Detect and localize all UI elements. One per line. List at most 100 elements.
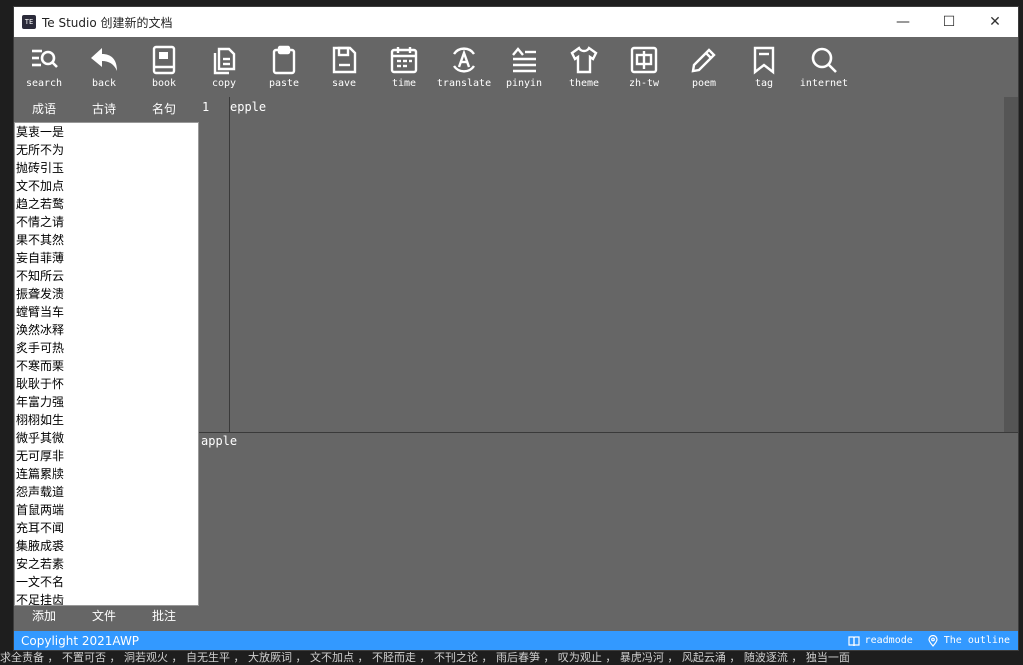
poem-button[interactable]: poem [674, 37, 734, 97]
calendar-icon [390, 47, 418, 74]
translate-icon [453, 47, 475, 73]
pinyin-icon [512, 47, 536, 73]
book-label: book [151, 78, 177, 89]
app-icon: TE [22, 15, 36, 29]
time-button[interactable]: time [374, 37, 434, 97]
readmode-button[interactable]: readmode [847, 635, 913, 647]
file-button[interactable]: 文件 [74, 606, 134, 628]
window-title: Te Studio 创建新的文档 [42, 15, 173, 30]
editor-pane[interactable]: 1 epple [199, 97, 1018, 433]
paste-button[interactable]: paste [254, 37, 314, 97]
book-button[interactable]: book [134, 37, 194, 97]
idiom-list-item[interactable]: 无所不为 [15, 141, 198, 159]
status-bar: Copylight 2021AWP readmode The outline [14, 631, 1018, 650]
sidebar-actions: 添加 文件 批注 [14, 606, 199, 628]
idiom-list-item[interactable]: 耿耿于怀 [15, 375, 198, 393]
idiom-list-item[interactable]: 安之若素 [15, 555, 198, 573]
zh-tw-button[interactable]: zh-tw [614, 37, 674, 97]
zh-tw-label: zh-tw [628, 78, 660, 89]
preview-content: apple [201, 434, 238, 448]
idiom-list-item[interactable]: 连篇累牍 [15, 465, 198, 483]
readmode-label: readmode [864, 635, 913, 646]
idiom-list-item[interactable]: 莫衷一是 [15, 123, 198, 141]
window-controls: — ☐ ✕ [880, 7, 1018, 37]
idiom-list-item[interactable]: 不足挂齿 [15, 591, 198, 605]
tab-quotes[interactable]: 名句 [134, 99, 194, 121]
tab-poems[interactable]: 古诗 [74, 99, 134, 121]
app-window: TE Te Studio 创建新的文档 — ☐ ✕ search back bo… [14, 7, 1018, 650]
toolbar: search back book copy paste save time tr… [14, 37, 1018, 97]
idiom-list-item[interactable]: 集腋成裘 [15, 537, 198, 555]
idiom-list-item[interactable]: 趋之若鹜 [15, 195, 198, 213]
tab-idioms[interactable]: 成语 [14, 99, 74, 121]
title-bar: TE Te Studio 创建新的文档 — ☐ ✕ [14, 7, 1018, 37]
idiom-list-item[interactable]: 首鼠两端 [15, 501, 198, 519]
idiom-list-item[interactable]: 充耳不闻 [15, 519, 198, 537]
time-label: time [391, 78, 417, 89]
theme-button[interactable]: theme [554, 37, 614, 97]
save-label: save [331, 78, 357, 89]
internet-button[interactable]: internet [794, 37, 854, 97]
pencil-icon [691, 48, 716, 73]
idiom-list-item[interactable]: 果不其然 [15, 231, 198, 249]
line-gutter: 1 [199, 97, 230, 433]
paste-label: paste [268, 78, 300, 89]
save-icon [332, 46, 357, 74]
pinyin-label: pinyin [505, 78, 543, 89]
tag-label: tag [754, 78, 774, 89]
idiom-list-item[interactable]: 振聋发溃 [15, 285, 198, 303]
internet-label: internet [799, 78, 849, 89]
theme-label: theme [568, 78, 600, 89]
idiom-list-item[interactable]: 抛砖引玉 [15, 159, 198, 177]
idiom-list-item[interactable]: 炙手可热 [15, 339, 198, 357]
idiom-list-item[interactable]: 微乎其微 [15, 429, 198, 447]
back-button[interactable]: back [74, 37, 134, 97]
background-editor-right [1018, 0, 1023, 665]
translate-label: translate [436, 78, 492, 89]
editor-content[interactable]: epple [230, 100, 266, 114]
add-button[interactable]: 添加 [14, 606, 74, 628]
idiom-list-item[interactable]: 年富力强 [15, 393, 198, 411]
copy-icon [213, 47, 236, 75]
pinyin-button[interactable]: pinyin [494, 37, 554, 97]
copy-button[interactable]: copy [194, 37, 254, 97]
bookmark-icon [753, 46, 775, 75]
background-text: 求全责备 ， 不置可否 ， 洞若观火 ， 自无生平 ， 大放厥词 ， 文不加点 … [0, 650, 1023, 665]
outline-button[interactable]: The outline [927, 634, 1010, 647]
copy-label: copy [211, 78, 237, 89]
search-button[interactable]: search [14, 37, 74, 97]
internet-search-icon [811, 47, 837, 73]
maximize-button[interactable]: ☐ [926, 7, 972, 37]
editor-scrollbar[interactable] [1004, 97, 1018, 433]
idiom-list-item[interactable]: 怨声载道 [15, 483, 198, 501]
status-actions: readmode The outline [834, 631, 1010, 650]
translate-button[interactable]: translate [434, 37, 494, 97]
open-book-icon [847, 635, 860, 646]
idiom-list-item[interactable]: 栩栩如生 [15, 411, 198, 429]
book-icon [152, 45, 176, 75]
idiom-list-item[interactable]: 无可厚非 [15, 447, 198, 465]
search-icon [32, 49, 58, 68]
outline-label: The outline [943, 635, 1010, 646]
back-icon [91, 48, 117, 71]
idiom-list-item[interactable]: 文不加点 [15, 177, 198, 195]
idiom-list-item[interactable]: 妄自菲薄 [15, 249, 198, 267]
close-button[interactable]: ✕ [972, 7, 1018, 37]
minimize-button[interactable]: — [880, 7, 926, 37]
search-label: search [25, 78, 63, 89]
background-editor-left [0, 0, 14, 665]
line-number: 1 [202, 100, 210, 114]
idiom-list-item[interactable]: 涣然冰释 [15, 321, 198, 339]
idiom-list-item[interactable]: 不知所云 [15, 267, 198, 285]
clipboard-icon [272, 45, 296, 75]
idiom-list[interactable]: 莫衷一是 无所不为 抛砖引玉 文不加点 趋之若鹜 不情之请 果不其然 妄自菲薄 不知所云 振聋发溃… [14, 122, 199, 606]
annotate-button[interactable]: 批注 [134, 606, 194, 628]
poem-label: poem [691, 78, 717, 89]
location-pin-icon [928, 634, 938, 647]
idiom-list-item[interactable]: 不寒而栗 [15, 357, 198, 375]
tag-button[interactable]: tag [734, 37, 794, 97]
idiom-list-item[interactable]: 不情之请 [15, 213, 198, 231]
idiom-list-item[interactable]: 螳臂当车 [15, 303, 198, 321]
idiom-list-item[interactable]: 一文不名 [15, 573, 198, 591]
save-button[interactable]: save [314, 37, 374, 97]
